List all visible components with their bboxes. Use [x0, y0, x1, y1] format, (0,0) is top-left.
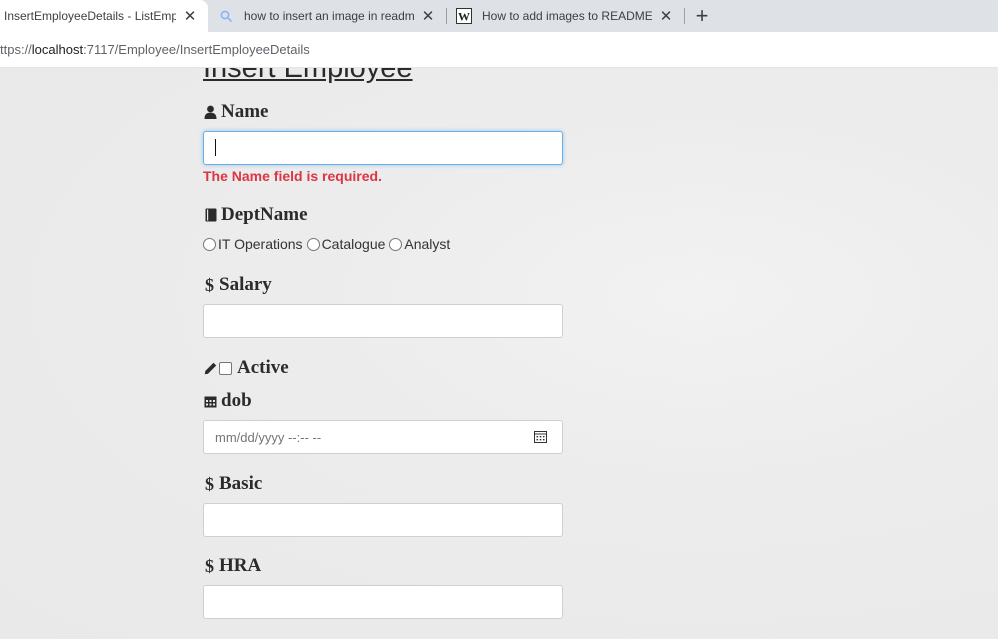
name-label-text: Name — [221, 101, 269, 122]
hra-input[interactable] — [203, 585, 563, 619]
page-content: Insert Employee Name The Name field is r… — [0, 68, 998, 639]
dob-label: dob — [203, 390, 252, 412]
basic-label: $ Basic — [203, 473, 262, 495]
url-prefix: ttps:// — [0, 42, 32, 57]
new-tab-button[interactable]: + — [690, 3, 714, 28]
basic-input[interactable] — [203, 503, 563, 537]
tab-title: InsertEmployeeDetails - ListEmpl — [4, 9, 176, 23]
tab-insert-employee[interactable]: InsertEmployeeDetails - ListEmpl ✕ — [0, 0, 208, 32]
search-icon — [218, 8, 234, 24]
salary-label: $ Salary — [203, 274, 272, 296]
radio-button[interactable] — [389, 237, 403, 251]
salary-input[interactable] — [203, 304, 563, 338]
radio-label: Catalogue — [321, 236, 386, 252]
text-caret — [215, 139, 216, 156]
name-label: Name — [203, 101, 268, 123]
close-icon[interactable]: ✕ — [658, 8, 674, 25]
tab-title: How to add images to README.m — [482, 9, 652, 23]
dollar-icon: $ — [205, 274, 214, 295]
dept-option-it-operations[interactable]: IT Operations — [203, 236, 303, 252]
dept-radio-group: IT Operations Catalogue Analyst — [203, 236, 454, 252]
browser-window: InsertEmployeeDetails - ListEmpl ✕ how t… — [0, 0, 998, 639]
calendar-picker-icon[interactable] — [534, 430, 547, 443]
dollar-icon: $ — [205, 473, 214, 494]
tab-separator — [684, 8, 685, 24]
tab-readme-images[interactable]: W How to add images to README.m ✕ — [446, 0, 684, 32]
svg-text:W: W — [458, 10, 470, 24]
dollar-icon: $ — [205, 555, 214, 576]
salary-label-text: Salary — [219, 274, 272, 295]
active-label: Active — [203, 357, 289, 379]
tab-search-readme[interactable]: how to insert an image in readm ✕ — [208, 0, 446, 32]
hra-label-text: HRA — [219, 555, 262, 576]
radio-button[interactable] — [306, 237, 320, 251]
wiki-w-icon: W — [456, 8, 472, 24]
basic-label-text: Basic — [219, 473, 263, 494]
name-input[interactable] — [203, 131, 563, 165]
radio-label: Analyst — [404, 236, 451, 252]
name-error-message: The Name field is required. — [203, 168, 382, 184]
close-icon[interactable]: ✕ — [182, 8, 198, 25]
user-icon — [203, 104, 218, 120]
close-icon[interactable]: ✕ — [420, 8, 436, 25]
dob-label-text: dob — [221, 390, 252, 411]
radio-label: IT Operations — [218, 236, 303, 252]
url-host: localhost — [31, 42, 84, 57]
book-icon — [203, 207, 218, 223]
address-bar[interactable]: ttps://localhost:7117/Employee/InsertEmp… — [0, 32, 998, 68]
tab-strip: InsertEmployeeDetails - ListEmpl ✕ how t… — [0, 0, 998, 32]
dept-option-analyst[interactable]: Analyst — [389, 236, 450, 252]
hra-label: $ HRA — [203, 555, 261, 577]
url-text[interactable]: ttps://localhost:7117/Employee/InsertEmp… — [0, 42, 310, 57]
tab-title: how to insert an image in readm — [244, 9, 414, 23]
radio-button[interactable] — [203, 237, 216, 251]
pencil-icon — [203, 360, 217, 376]
dept-label-text: DeptName — [221, 204, 308, 225]
active-checkbox[interactable] — [219, 361, 232, 375]
dob-placeholder: mm/dd/yyyy --:-- -- — [215, 430, 322, 445]
url-path: :7117/Employee/InsertEmployeeDetails — [83, 42, 310, 57]
calendar-icon — [203, 393, 218, 409]
active-label-text: Active — [237, 357, 289, 378]
dept-option-catalogue[interactable]: Catalogue — [306, 236, 386, 252]
dept-label: DeptName — [203, 204, 308, 226]
page-title: Insert Employee — [203, 68, 413, 84]
